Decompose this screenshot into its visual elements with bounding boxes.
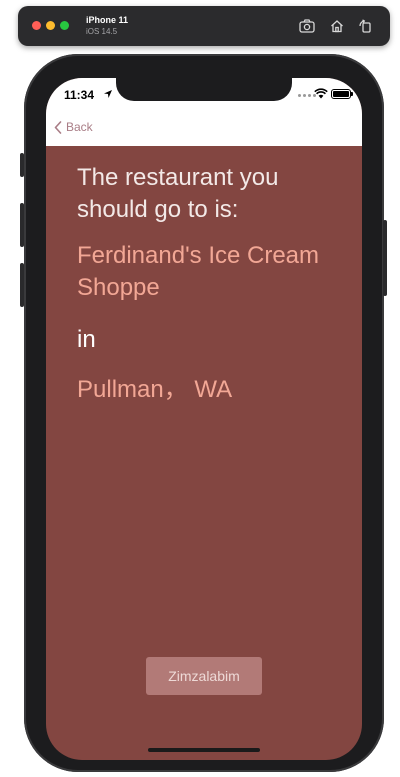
volume-down-button: [20, 263, 24, 307]
home-indicator[interactable]: [148, 748, 260, 752]
app-screen: 11:34 Back The restaurant you should go …: [46, 78, 362, 760]
simulator-os-version: iOS 14.5: [86, 27, 118, 36]
connector-text: in: [77, 326, 96, 353]
power-button: [383, 220, 387, 296]
restaurant-location: Pullman， WA: [77, 376, 233, 403]
result-content: The restaurant you should go to is: Ferd…: [77, 162, 347, 406]
battery-icon: [331, 89, 353, 99]
zoom-window-button[interactable]: [60, 21, 69, 30]
rotate-icon[interactable]: [356, 17, 374, 35]
home-icon[interactable]: [328, 17, 346, 35]
back-button[interactable]: Back: [54, 120, 93, 134]
location-arrow-icon: [104, 90, 112, 98]
volume-up-button: [20, 203, 24, 247]
wifi-icon: [314, 88, 328, 99]
minimize-window-button[interactable]: [46, 21, 55, 30]
back-label: Back: [66, 120, 93, 134]
status-time: 11:34: [64, 88, 95, 102]
mute-switch: [20, 153, 24, 177]
chevron-left-icon: [54, 120, 62, 134]
screenshot-icon[interactable]: [298, 17, 316, 35]
result-headline: The restaurant you should go to is:: [77, 164, 279, 223]
restaurant-name: Ferdinand's Ice Cream Shoppe: [77, 242, 320, 301]
simulator-device-name: iPhone 11: [86, 15, 129, 25]
zimzalabim-button[interactable]: Zimzalabim: [146, 657, 262, 695]
close-window-button[interactable]: [32, 21, 41, 30]
simulator-toolbar: iPhone 11 iOS 14.5: [18, 6, 390, 46]
navigation-bar: 11:34 Back: [46, 78, 362, 146]
notch: [116, 78, 292, 101]
